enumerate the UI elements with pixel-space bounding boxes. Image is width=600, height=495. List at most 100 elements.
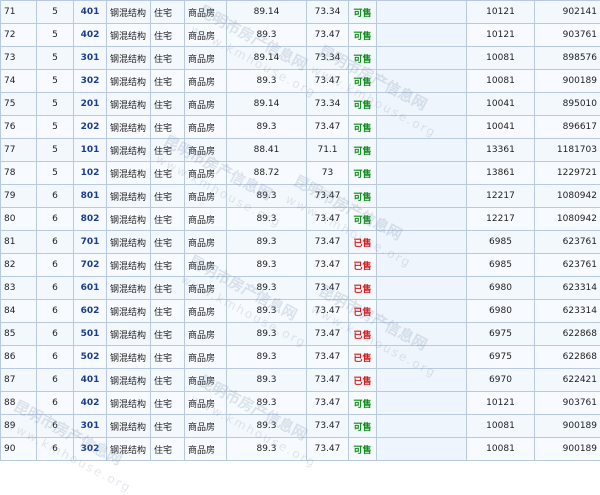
cell-room[interactable]: 101 [74, 139, 107, 162]
cell-room[interactable]: 401 [74, 369, 107, 392]
table-row: 745302钢混结构住宅商品房89.373.47可售10081900189 [1, 70, 600, 93]
cell-structure: 钢混结构 [107, 139, 151, 162]
cell-status: 可售 [349, 116, 377, 139]
cell-number: 90 [1, 438, 37, 461]
cell-type: 商品房 [185, 47, 227, 70]
cell-use: 住宅 [151, 277, 185, 300]
cell-number: 78 [1, 162, 37, 185]
cell-area-inner: 73.47 [307, 231, 349, 254]
cell-floor: 6 [37, 415, 74, 438]
cell-floor: 5 [37, 139, 74, 162]
cell-area-inner: 73.47 [307, 70, 349, 93]
cell-structure: 钢混结构 [107, 254, 151, 277]
cell-area-inner: 73.47 [307, 185, 349, 208]
cell-area-total: 89.3 [227, 254, 307, 277]
cell-type: 商品房 [185, 185, 227, 208]
cell-total-price: 1080942 [535, 208, 600, 231]
cell-room[interactable]: 802 [74, 208, 107, 231]
cell-room[interactable]: 601 [74, 277, 107, 300]
cell-gap [377, 1, 467, 24]
cell-room[interactable]: 302 [74, 70, 107, 93]
cell-floor: 6 [37, 208, 74, 231]
cell-floor: 5 [37, 70, 74, 93]
cell-use: 住宅 [151, 346, 185, 369]
table-row: 836601钢混结构住宅商品房89.373.47已售6980623314 [1, 277, 600, 300]
cell-floor: 6 [37, 369, 74, 392]
cell-type: 商品房 [185, 208, 227, 231]
cell-area-total: 89.3 [227, 231, 307, 254]
cell-gap [377, 369, 467, 392]
cell-room[interactable]: 501 [74, 323, 107, 346]
cell-unit-price: 10121 [467, 1, 535, 24]
cell-use: 住宅 [151, 369, 185, 392]
cell-total-price: 622868 [535, 323, 600, 346]
cell-use: 住宅 [151, 70, 185, 93]
cell-number: 77 [1, 139, 37, 162]
cell-area-inner: 73.47 [307, 208, 349, 231]
cell-room[interactable]: 102 [74, 162, 107, 185]
cell-area-total: 88.72 [227, 162, 307, 185]
cell-room[interactable]: 301 [74, 47, 107, 70]
cell-gap [377, 392, 467, 415]
cell-room[interactable]: 202 [74, 116, 107, 139]
cell-gap [377, 70, 467, 93]
cell-type: 商品房 [185, 139, 227, 162]
cell-structure: 钢混结构 [107, 162, 151, 185]
cell-room[interactable]: 301 [74, 415, 107, 438]
cell-room[interactable]: 201 [74, 93, 107, 116]
cell-status: 已售 [349, 323, 377, 346]
cell-area-total: 89.3 [227, 70, 307, 93]
cell-area-total: 89.3 [227, 346, 307, 369]
cell-type: 商品房 [185, 277, 227, 300]
table-row: 806802钢混结构住宅商品房89.373.47可售122171080942 [1, 208, 600, 231]
cell-area-inner: 73.34 [307, 93, 349, 116]
cell-floor: 6 [37, 392, 74, 415]
cell-gap [377, 139, 467, 162]
cell-use: 住宅 [151, 415, 185, 438]
cell-structure: 钢混结构 [107, 300, 151, 323]
cell-room[interactable]: 602 [74, 300, 107, 323]
cell-structure: 钢混结构 [107, 1, 151, 24]
cell-gap [377, 208, 467, 231]
cell-structure: 钢混结构 [107, 208, 151, 231]
cell-type: 商品房 [185, 24, 227, 47]
cell-area-total: 89.14 [227, 1, 307, 24]
cell-room[interactable]: 701 [74, 231, 107, 254]
cell-status: 可售 [349, 392, 377, 415]
cell-room[interactable]: 702 [74, 254, 107, 277]
cell-total-price: 900189 [535, 415, 600, 438]
cell-floor: 6 [37, 185, 74, 208]
cell-number: 72 [1, 24, 37, 47]
cell-use: 住宅 [151, 116, 185, 139]
cell-gap [377, 300, 467, 323]
cell-area-inner: 73.34 [307, 1, 349, 24]
cell-type: 商品房 [185, 70, 227, 93]
cell-room[interactable]: 402 [74, 24, 107, 47]
cell-status: 已售 [349, 300, 377, 323]
cell-room[interactable]: 402 [74, 392, 107, 415]
cell-use: 住宅 [151, 438, 185, 461]
cell-number: 85 [1, 323, 37, 346]
cell-room[interactable]: 502 [74, 346, 107, 369]
cell-area-inner: 73 [307, 162, 349, 185]
cell-room[interactable]: 801 [74, 185, 107, 208]
cell-unit-price: 6985 [467, 254, 535, 277]
cell-type: 商品房 [185, 438, 227, 461]
cell-status: 可售 [349, 93, 377, 116]
cell-total-price: 623314 [535, 277, 600, 300]
cell-type: 商品房 [185, 1, 227, 24]
table-row: 866502钢混结构住宅商品房89.373.47已售6975622868 [1, 346, 600, 369]
cell-number: 81 [1, 231, 37, 254]
cell-unit-price: 12217 [467, 208, 535, 231]
cell-room[interactable]: 302 [74, 438, 107, 461]
cell-unit-price: 13361 [467, 139, 535, 162]
table-row: 826702钢混结构住宅商品房89.373.47已售6985623761 [1, 254, 600, 277]
cell-type: 商品房 [185, 162, 227, 185]
cell-use: 住宅 [151, 24, 185, 47]
cell-gap [377, 185, 467, 208]
cell-use: 住宅 [151, 162, 185, 185]
cell-room[interactable]: 401 [74, 1, 107, 24]
table-row: 796801钢混结构住宅商品房89.373.47可售122171080942 [1, 185, 600, 208]
cell-structure: 钢混结构 [107, 70, 151, 93]
cell-use: 住宅 [151, 93, 185, 116]
